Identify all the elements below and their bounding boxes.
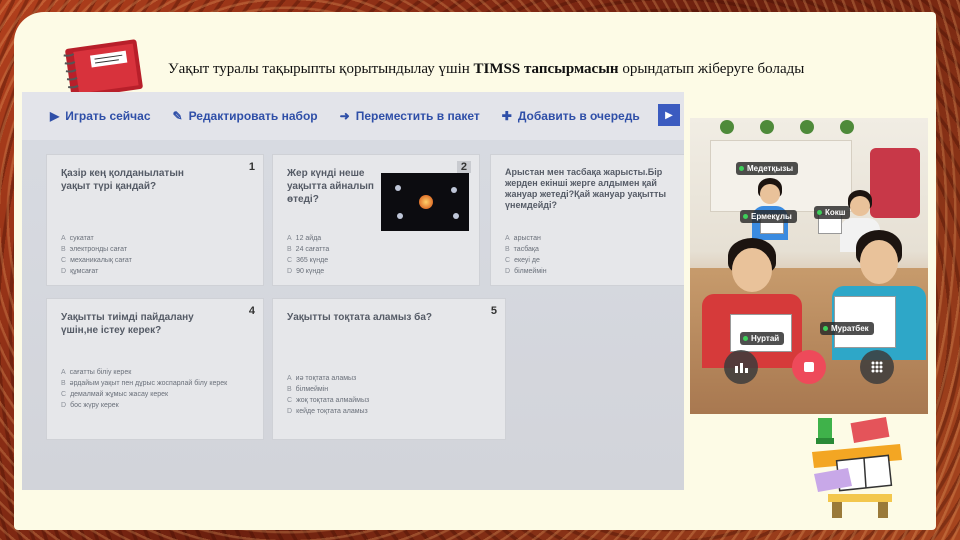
plant-icon (840, 120, 854, 134)
answer-option: Cжоқ тоқтата алмаймыз (287, 397, 370, 404)
question-card-5[interactable]: 5 Уақытты тоқтата аламыз ба? Aиә тоқтата… (272, 298, 506, 440)
answer-option: Dқұмсағат (61, 268, 99, 275)
answer-list: Aарыстан Bтасбақа Cекеуі де Dбілмеймін (505, 235, 547, 279)
study-desk-clipart-icon (812, 417, 902, 518)
answer-list: A 12 айда B 24 сағатта C 365 күнде D 90 күнд… (287, 235, 329, 279)
edit-set-button[interactable]: ✎ Редактировать набор (173, 109, 318, 123)
question-number: 4 (248, 305, 255, 317)
quiz-toolbar: ▶ Играть сейчас ✎ Редактировать набор ➜ Пер… (22, 92, 684, 140)
answer-option: B 24 сағатта (287, 246, 330, 253)
online-dot-icon (817, 210, 822, 215)
participant-label: Медетқызы (736, 162, 799, 175)
question-card-2[interactable]: 2 Жер күнді неше уақытта айналып өтеді? … (272, 154, 480, 286)
audio-levels-button[interactable] (724, 350, 758, 384)
question-number: 1 (248, 161, 255, 173)
answer-list: Aсукатат Bэлектронды сағат Cмеханикалық … (61, 235, 132, 279)
question-number: 5 (490, 305, 497, 317)
answer-option: Bәрдайым уақыт пен дұрыс жоспарлай білу … (61, 380, 228, 387)
solar-system-image (381, 173, 469, 231)
plant-icon (760, 120, 774, 134)
online-dot-icon (739, 166, 744, 171)
answer-option: Aиә тоқтата аламыз (287, 375, 357, 382)
answer-list: Aсағатты біліу керек Bәрдайым уақыт пен … (61, 369, 227, 413)
answer-option: D 90 күнде (287, 268, 325, 275)
answer-option: Aарыстан (505, 235, 541, 242)
question-card-3[interactable]: Арыстан мен тасбақа жарысты.Бір жерден е… (490, 154, 684, 286)
grid-icon (871, 361, 883, 373)
question-text: Уақытты тиімді пайдалану үшін,не істеу к… (61, 312, 194, 336)
answer-option: Dкейде тоқтата аламыз (287, 408, 368, 415)
plant-icon (800, 120, 814, 134)
online-dot-icon (743, 336, 748, 341)
answer-option: Cдемалмай жұмыс жасау керек (61, 391, 169, 398)
answer-option: Bтасбақа (505, 246, 539, 253)
question-card-1[interactable]: 1 Қазір кең қолданылатын уақыт түрі қанд… (46, 154, 264, 286)
participant-label: Ермекұлы (740, 210, 797, 223)
question-text: Қазір кең қолданылатын уақыт түрі қандай… (61, 168, 184, 192)
answer-option: Bэлектронды сағат (61, 246, 128, 253)
arrow-right-icon: ➜ (339, 109, 350, 123)
question-text: Уақытты тоқтата аламыз ба? (287, 312, 433, 323)
play-icon: ▶ (50, 109, 60, 123)
edit-icon: ✎ (172, 109, 183, 123)
add-to-queue-button[interactable]: ✚ Добавить в очередь (502, 109, 640, 123)
question-text: Жер күнді неше уақытта айналып өтеді? (287, 168, 374, 205)
plant-icon (720, 120, 734, 134)
slide-title: Уақыт туралы тақырыпты қорытындылау үшін… (168, 61, 805, 77)
online-dot-icon (743, 214, 748, 219)
question-number: 2 (456, 161, 471, 173)
answer-option: Dбілмеймін (505, 268, 547, 275)
question-card-4[interactable]: 4 Уақытты тиімді пайдалану үшін,не істеу… (46, 298, 264, 440)
plus-icon: ✚ (501, 109, 512, 123)
answer-option: Aсукатат (61, 235, 94, 242)
more-play-button[interactable]: ▶ (658, 104, 680, 126)
quiz-screen-photo: ▶ Играть сейчас ✎ Редактировать набор ➜ Пер… (22, 92, 684, 490)
participant-label: Кокш (814, 206, 851, 219)
answer-list: Aиә тоқтата аламыз Bбілмеймін Cжоқ тоқта… (287, 375, 369, 419)
classroom-video-feed: Медетқызы Ермекұлы Кокш Нуртай Муратбек (690, 118, 928, 414)
answer-option: Aсағатты біліу керек (61, 369, 132, 376)
participant-label: Нуртай (740, 332, 785, 345)
answer-option: Bбілмеймін (287, 386, 329, 393)
online-dot-icon (823, 326, 828, 331)
answer-option: C 365 күнде (287, 257, 329, 264)
answer-option: Dбос жүру керек (61, 402, 119, 409)
play-now-button[interactable]: ▶ Играть сейчас (50, 109, 151, 123)
participant-label: Муратбек (820, 322, 874, 335)
question-text: Арыстан мен тасбақа жарысты.Бір жерден е… (505, 167, 667, 210)
stop-call-button[interactable] (792, 350, 826, 384)
answer-option: Cекеуі де (505, 257, 540, 264)
stop-icon (804, 362, 814, 372)
grid-view-button[interactable] (860, 350, 894, 384)
move-to-package-button[interactable]: ➜ Переместить в пакет (340, 109, 480, 123)
bars-icon (735, 363, 748, 373)
answer-option: Cмеханикалық сағат (61, 257, 132, 264)
answer-option: A 12 айда (287, 235, 322, 242)
